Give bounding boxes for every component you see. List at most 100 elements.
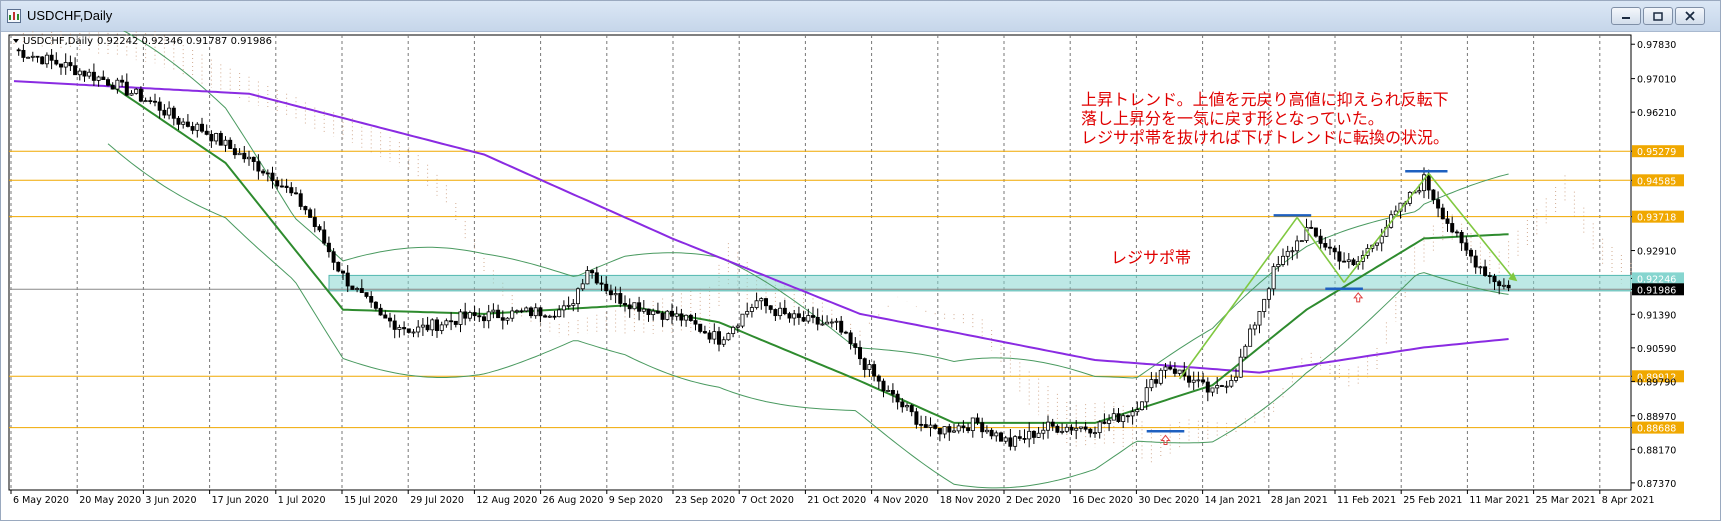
candle-bear bbox=[1125, 415, 1130, 418]
candle-bear bbox=[618, 293, 623, 304]
candle-bull bbox=[1074, 427, 1079, 431]
candle-bull bbox=[1243, 345, 1248, 358]
candle-bear bbox=[209, 133, 214, 142]
price-chart[interactable]: USDCHF,Daily 0.92242 0.92346 0.91787 0.9… bbox=[1, 31, 1720, 520]
candle-bear bbox=[655, 310, 660, 314]
candle-bear bbox=[627, 304, 632, 310]
title-bar[interactable]: USDCHF,Daily bbox=[1, 1, 1720, 32]
candle-bear bbox=[919, 423, 924, 426]
candle-bull bbox=[223, 139, 228, 146]
candle-bear bbox=[519, 310, 524, 313]
maximize-button[interactable] bbox=[1643, 7, 1673, 25]
candle-bear bbox=[1205, 381, 1210, 393]
candle-bear bbox=[1483, 266, 1488, 276]
candle-bear bbox=[1497, 281, 1502, 287]
candle-bull bbox=[1224, 385, 1229, 388]
candle-bear bbox=[110, 84, 115, 90]
candle-bear bbox=[923, 424, 928, 428]
candle-bear bbox=[1450, 223, 1455, 233]
candle-bear bbox=[782, 307, 787, 315]
candle-bull bbox=[1252, 324, 1257, 330]
candle-bear bbox=[1351, 259, 1356, 266]
price-axis: 0.97830 0.97010 0.96210 0.95279 0.94585 0.937… bbox=[1631, 40, 1684, 490]
candle-bull bbox=[942, 426, 947, 435]
candle-bear bbox=[1031, 430, 1036, 438]
candle-bull bbox=[867, 364, 872, 370]
candle-bear bbox=[1201, 379, 1206, 383]
candle-bull bbox=[96, 76, 101, 81]
price-tick-label: 0.89790 bbox=[1637, 377, 1676, 388]
candle-bear bbox=[265, 172, 270, 175]
candle-bull bbox=[825, 321, 830, 325]
candle-bear bbox=[449, 320, 454, 323]
candle-bull bbox=[1036, 432, 1041, 438]
candle-bull bbox=[1238, 356, 1243, 378]
maximize-icon bbox=[1653, 11, 1663, 21]
candle-bear bbox=[1464, 242, 1469, 251]
candle-bear bbox=[359, 288, 364, 293]
time-tick-label: 12 Aug 2020 bbox=[476, 495, 537, 506]
candle-bull bbox=[181, 121, 186, 125]
candle-bear bbox=[604, 283, 609, 292]
candle-bull bbox=[439, 324, 444, 331]
candle-bear bbox=[364, 292, 369, 297]
candle-bear bbox=[1088, 428, 1093, 434]
price-tick-label: 0.87370 bbox=[1637, 479, 1676, 490]
candle-bear bbox=[999, 432, 1004, 442]
resistance-support-zone[interactable] bbox=[328, 274, 1632, 292]
time-tick-label: 1 Jul 2020 bbox=[278, 495, 326, 506]
candle-bear bbox=[1440, 207, 1445, 220]
candle-bear bbox=[101, 76, 106, 81]
candle-bull bbox=[1144, 387, 1149, 403]
candle-bear bbox=[975, 417, 980, 424]
price-tick-label: 0.88688 bbox=[1637, 424, 1676, 435]
candle-bull bbox=[905, 405, 910, 408]
candle-bear bbox=[199, 123, 204, 132]
candle-bear bbox=[256, 161, 261, 172]
candle-bear bbox=[1337, 251, 1342, 262]
candle-bear bbox=[843, 331, 848, 334]
candle-bear bbox=[293, 192, 298, 195]
candle-bull bbox=[759, 298, 764, 302]
candle-bull bbox=[1046, 421, 1051, 431]
candle-bull bbox=[444, 320, 449, 326]
candle-bull bbox=[585, 270, 590, 285]
candle-bull bbox=[632, 302, 637, 310]
candle-bull bbox=[1290, 250, 1295, 253]
candle-bull bbox=[740, 313, 745, 327]
candle-bear bbox=[1431, 189, 1436, 201]
candle-bull bbox=[30, 55, 35, 58]
candle-bull bbox=[129, 92, 134, 96]
candle-bull bbox=[87, 71, 92, 77]
close-button[interactable] bbox=[1675, 7, 1705, 25]
candle-bull bbox=[952, 430, 957, 433]
chart-window: USDCHF,Daily USDCHF,Daily 0.92242 0.9234… bbox=[0, 0, 1721, 521]
candle-bear bbox=[204, 130, 209, 135]
candle-bear bbox=[336, 261, 341, 272]
candle-bear bbox=[49, 54, 54, 61]
time-tick-label: 21 Oct 2020 bbox=[807, 495, 866, 506]
minimize-button[interactable] bbox=[1611, 7, 1641, 25]
candle-bull bbox=[754, 300, 759, 308]
chart-ohlc: 0.92242 0.92346 0.91787 0.91986 bbox=[97, 36, 272, 47]
time-tick-label: 16 Dec 2020 bbox=[1072, 495, 1133, 506]
candle-bull bbox=[735, 325, 740, 328]
time-tick-label: 14 Jan 2021 bbox=[1205, 495, 1262, 506]
candle-bull bbox=[1158, 369, 1163, 384]
candle-bull bbox=[1478, 266, 1483, 269]
candle-bear bbox=[82, 70, 87, 77]
candle-bull bbox=[806, 315, 811, 322]
candle-bear bbox=[59, 63, 64, 68]
candle-bear bbox=[54, 59, 59, 65]
candle-bear bbox=[148, 100, 153, 102]
candle-bull bbox=[731, 326, 736, 334]
candle-bear bbox=[190, 126, 195, 131]
candle-bear bbox=[702, 331, 707, 334]
price-tick-label: 0.93718 bbox=[1637, 213, 1676, 224]
candle-bear bbox=[261, 170, 266, 174]
candle-bear bbox=[693, 320, 698, 325]
close-icon bbox=[1685, 11, 1695, 21]
candle-bull bbox=[566, 304, 571, 307]
candle-bull bbox=[1013, 436, 1018, 447]
time-tick-label: 28 Jan 2021 bbox=[1271, 495, 1328, 506]
